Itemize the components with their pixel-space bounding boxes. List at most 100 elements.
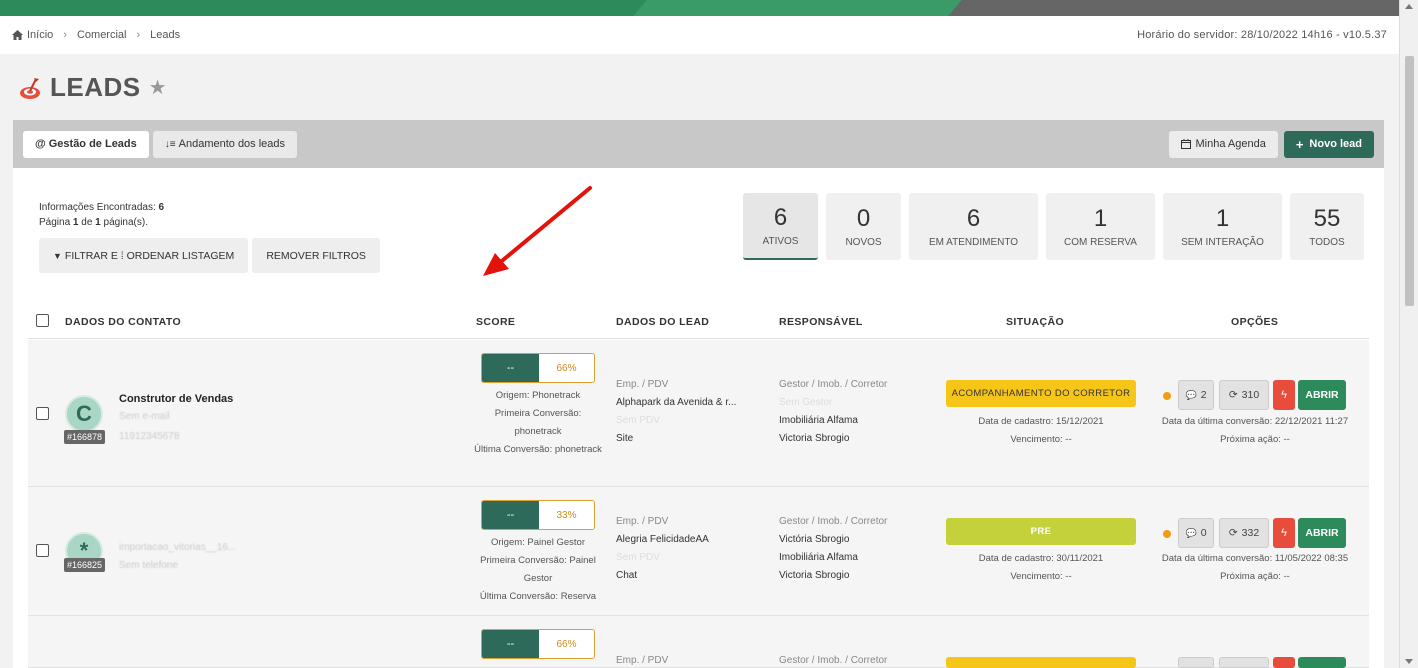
open-lead-button[interactable]: ABRIR xyxy=(1298,380,1346,410)
results-info: Informações Encontradas: 6 Página 1 de 1… xyxy=(39,202,165,228)
col-dados-lead[interactable]: DADOS DO LEAD xyxy=(616,316,709,328)
col-responsavel[interactable]: RESPONSÁVEL xyxy=(779,316,863,328)
filter-sort-button[interactable]: ▼ FILTRAR E ⁞ ORDENAR LISTAGEM xyxy=(39,238,249,273)
stat-ativos[interactable]: 6 Ativos xyxy=(743,193,818,260)
table-row[interactable]: -- 66% Emp. / PDV Gestor / Imob. / Corre… xyxy=(28,616,1369,668)
score-left: -- xyxy=(482,354,539,382)
lead-data: Emp. / PDV Alegria FelicidadeAA Sem PDV … xyxy=(616,516,709,581)
status-badge: ACOMPANHAMENTO DO CORRETOR xyxy=(946,380,1136,407)
status-badge: PRE xyxy=(946,518,1136,545)
leads-icon xyxy=(20,77,40,99)
refresh-icon: ⟳ xyxy=(1228,527,1238,539)
score-percent: 66% xyxy=(539,354,594,382)
select-all-checkbox[interactable] xyxy=(36,314,49,327)
interactions-button[interactable]: ⟳ 332 xyxy=(1219,518,1269,548)
scroll-up-icon[interactable] xyxy=(1405,4,1413,9)
score-box: -- 66% xyxy=(481,353,595,383)
chevron-right-icon: › xyxy=(136,29,141,41)
comment-icon: 💬 xyxy=(1185,527,1197,538)
stat-sem-interacao[interactable]: 1 Sem interação xyxy=(1163,193,1282,260)
page-title-text: LEADS xyxy=(50,72,141,102)
comments-button[interactable]: 💬 0 xyxy=(1178,518,1214,548)
table-header: DADOS DO CONTATO SCORE DADOS DO LEAD RES… xyxy=(28,308,1369,339)
table-row[interactable]: * #166825 importacao_vitorias__16... Sem… xyxy=(28,487,1369,616)
score-box: -- 33% xyxy=(481,500,595,530)
top-brand-bar xyxy=(0,0,1399,16)
refresh-icon: ⟳ xyxy=(1228,389,1238,401)
at-icon: @ xyxy=(35,138,46,150)
breadcrumb-bar: Início › Comercial › Leads Horário do se… xyxy=(0,16,1399,54)
novo-lead-button[interactable]: + Novo lead xyxy=(1283,130,1374,158)
col-situacao[interactable]: SITUAÇÃO xyxy=(1006,316,1064,328)
status-dates: Data de cadastro: 15/12/2021 Vencimento:… xyxy=(978,416,1104,445)
contact-name[interactable]: Construtor de Vendas xyxy=(119,393,233,405)
bolt-icon[interactable] xyxy=(1273,657,1295,668)
bolt-icon[interactable]: ϟ xyxy=(1273,518,1295,548)
col-dados-contato[interactable]: DADOS DO CONTATO xyxy=(65,316,181,328)
stats-tiles: 6 Ativos 0 Novos 6 Em atendimento 1 Com rese… xyxy=(743,193,1364,260)
col-opcoes[interactable]: OPÇÕES xyxy=(1231,316,1278,328)
stat-todos[interactable]: 55 Todos xyxy=(1290,193,1364,260)
comments-button[interactable]: 💬 2 xyxy=(1178,380,1214,410)
remove-filters-button[interactable]: REMOVER FILTROS xyxy=(252,238,380,273)
status-dot-icon xyxy=(1163,530,1171,538)
breadcrumb: Início › Comercial › Leads xyxy=(12,29,180,41)
options-info: Data da última conversão: 22/12/2021 11:… xyxy=(1161,416,1349,445)
responsible-data: Gestor / Imob. / Corretor Victória Sbrog… xyxy=(779,516,888,581)
status-dot-icon xyxy=(1163,392,1171,400)
home-icon xyxy=(12,30,23,40)
interactions-button[interactable]: ⟳ 310 xyxy=(1219,380,1269,410)
comments-button[interactable] xyxy=(1178,657,1214,668)
page-scrollbar[interactable] xyxy=(1399,0,1418,668)
tab-gestao-leads[interactable]: @ Gestão de Leads xyxy=(23,130,149,158)
tab-bar: @ Gestão de Leads ↓≡ Andamento dos leads… xyxy=(13,120,1384,168)
comment-icon: 💬 xyxy=(1185,389,1197,400)
annotation-arrow xyxy=(483,186,592,276)
scroll-thumb[interactable] xyxy=(1405,56,1414,306)
favorite-star-icon[interactable]: ★ xyxy=(149,75,167,100)
row-checkbox[interactable] xyxy=(36,544,49,557)
responsible-data: Gestor / Imob. / Corretor Sem Gestor Imo… xyxy=(779,379,888,444)
stat-com-reserva[interactable]: 1 Com reserva xyxy=(1046,193,1155,260)
tab-andamento-leads[interactable]: ↓≡ Andamento dos leads xyxy=(152,130,298,158)
stat-em-atendimento[interactable]: 6 Em atendimento xyxy=(909,193,1038,260)
server-time: Horário do servidor: 28/10/2022 14h16 - … xyxy=(1137,29,1387,41)
open-lead-button[interactable] xyxy=(1298,657,1346,668)
score-box: -- 66% xyxy=(481,629,595,659)
minha-agenda-button[interactable]: Minha Agenda xyxy=(1169,130,1278,158)
lead-id-badge: #166878 xyxy=(64,430,106,444)
home-link[interactable]: Início xyxy=(12,29,53,41)
page-title: LEADS ★ xyxy=(18,72,167,103)
lead-id-badge: #166825 xyxy=(64,558,106,572)
table-row[interactable]: C #166878 Construtor de Vendas Sem e-mai… xyxy=(28,340,1369,487)
lead-data: Emp. / PDV xyxy=(616,655,669,666)
score-left: -- xyxy=(482,501,539,529)
leads-panel: Informações Encontradas: 6 Página 1 de 1… xyxy=(13,168,1384,668)
filter-icon: ▼ xyxy=(53,250,62,261)
breadcrumb-comercial[interactable]: Comercial xyxy=(77,29,127,41)
scroll-down-icon[interactable] xyxy=(1405,659,1413,664)
score-percent: 33% xyxy=(539,501,594,529)
avatar: C xyxy=(65,395,103,433)
contact-name[interactable]: importacao_vitorias__16... xyxy=(119,542,236,553)
lead-data: Emp. / PDV Alphapark da Avenida & r... S… xyxy=(616,379,737,444)
responsible-data: Gestor / Imob. / Corretor xyxy=(779,655,888,666)
chevron-right-icon: › xyxy=(63,29,67,41)
status-dates: Data de cadastro: 30/11/2021 Vencimento:… xyxy=(978,553,1104,582)
interactions-button[interactable] xyxy=(1219,657,1269,668)
score-origins: Origem: Phonetrack Primeira Conversão: p… xyxy=(474,390,602,455)
status-badge xyxy=(946,657,1136,668)
contact-phone: 11912345678 xyxy=(119,431,180,442)
stat-novos[interactable]: 0 Novos xyxy=(826,193,901,260)
col-score[interactable]: SCORE xyxy=(476,316,515,328)
calendar-icon xyxy=(1181,139,1192,149)
bolt-icon[interactable]: ϟ xyxy=(1273,380,1295,410)
breadcrumb-leads[interactable]: Leads xyxy=(150,29,180,41)
open-lead-button[interactable]: ABRIR xyxy=(1298,518,1346,548)
sort-icon: ↓≡ xyxy=(164,138,176,150)
score-percent: 66% xyxy=(539,630,594,658)
score-origins: Origem: Painel Gestor Primeira Conversão… xyxy=(479,537,597,602)
row-checkbox[interactable] xyxy=(36,407,49,420)
score-left: -- xyxy=(482,630,539,658)
options-info: Data da última conversão: 11/05/2022 08:… xyxy=(1161,553,1349,582)
